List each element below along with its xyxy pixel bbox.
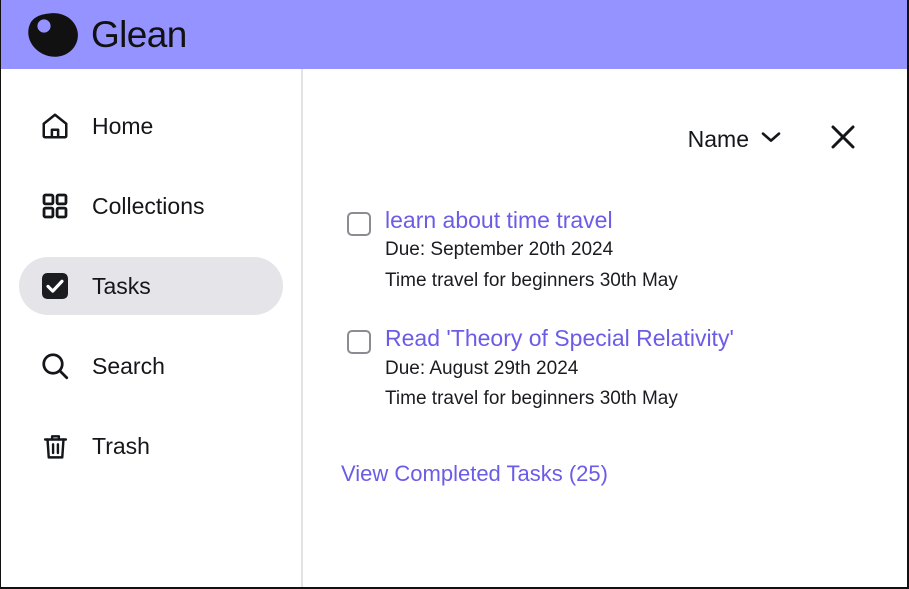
task-title[interactable]: learn about time travel bbox=[385, 205, 678, 235]
sidebar-item-label: Search bbox=[92, 352, 165, 379]
close-button[interactable] bbox=[828, 124, 858, 154]
app-header: Glean bbox=[1, 0, 907, 69]
grid-icon bbox=[39, 190, 71, 222]
task-row: Read 'Theory of Special Relativity' Due:… bbox=[347, 323, 907, 414]
sidebar-item-label: Collections bbox=[92, 192, 205, 219]
sidebar-item-label: Tasks bbox=[92, 272, 151, 299]
task-checkbox[interactable] bbox=[347, 330, 371, 355]
close-icon bbox=[828, 122, 858, 157]
task-texts: learn about time travel Due: September 2… bbox=[385, 205, 678, 296]
brand: Glean bbox=[27, 12, 187, 58]
sort-dropdown[interactable]: Name bbox=[687, 125, 782, 152]
search-icon bbox=[39, 350, 71, 382]
body-area: Home Collections Tasks Search Trash Name… bbox=[1, 69, 907, 587]
sidebar-item-label: Trash bbox=[92, 432, 150, 459]
task-texts: Read 'Theory of Special Relativity' Due:… bbox=[385, 323, 734, 414]
sidebar-item-trash[interactable]: Trash bbox=[19, 417, 283, 475]
checkbox-checked-icon bbox=[39, 270, 71, 302]
glean-app-window: Glean Home Collections Tasks Search Tras… bbox=[0, 0, 909, 589]
task-title[interactable]: Read 'Theory of Special Relativity' bbox=[385, 323, 734, 353]
sidebar-item-collections[interactable]: Collections bbox=[19, 177, 283, 235]
task-row: learn about time travel Due: September 2… bbox=[347, 205, 907, 296]
sidebar: Home Collections Tasks Search Trash bbox=[1, 69, 303, 587]
tasks-panel: Name learn about time travel Due: Septem… bbox=[303, 69, 907, 587]
view-completed-tasks-link[interactable]: View Completed Tasks (25) bbox=[341, 463, 608, 485]
sidebar-item-label: Home bbox=[92, 112, 154, 139]
brand-name: Glean bbox=[91, 14, 187, 55]
trash-icon bbox=[39, 430, 71, 462]
home-icon bbox=[39, 110, 71, 142]
sort-dropdown-label: Name bbox=[687, 125, 749, 152]
task-checkbox[interactable] bbox=[347, 212, 371, 236]
task-source: Time travel for beginners 30th May bbox=[385, 387, 678, 409]
completed-tasks-wrap: View Completed Tasks (25) bbox=[303, 441, 907, 486]
task-due-date: Due: August 29th 2024 bbox=[385, 357, 579, 379]
tasks-toolbar: Name bbox=[303, 69, 907, 154]
sidebar-item-tasks[interactable]: Tasks bbox=[19, 257, 283, 315]
task-source: Time travel for beginners 30th May bbox=[385, 269, 678, 291]
sidebar-item-home[interactable]: Home bbox=[19, 97, 283, 155]
chevron-down-icon bbox=[760, 130, 782, 149]
task-due-date: Due: September 20th 2024 bbox=[385, 239, 614, 261]
sidebar-item-search[interactable]: Search bbox=[19, 337, 283, 395]
task-list: learn about time travel Due: September 2… bbox=[303, 154, 907, 414]
glean-blob-logo bbox=[28, 12, 78, 57]
